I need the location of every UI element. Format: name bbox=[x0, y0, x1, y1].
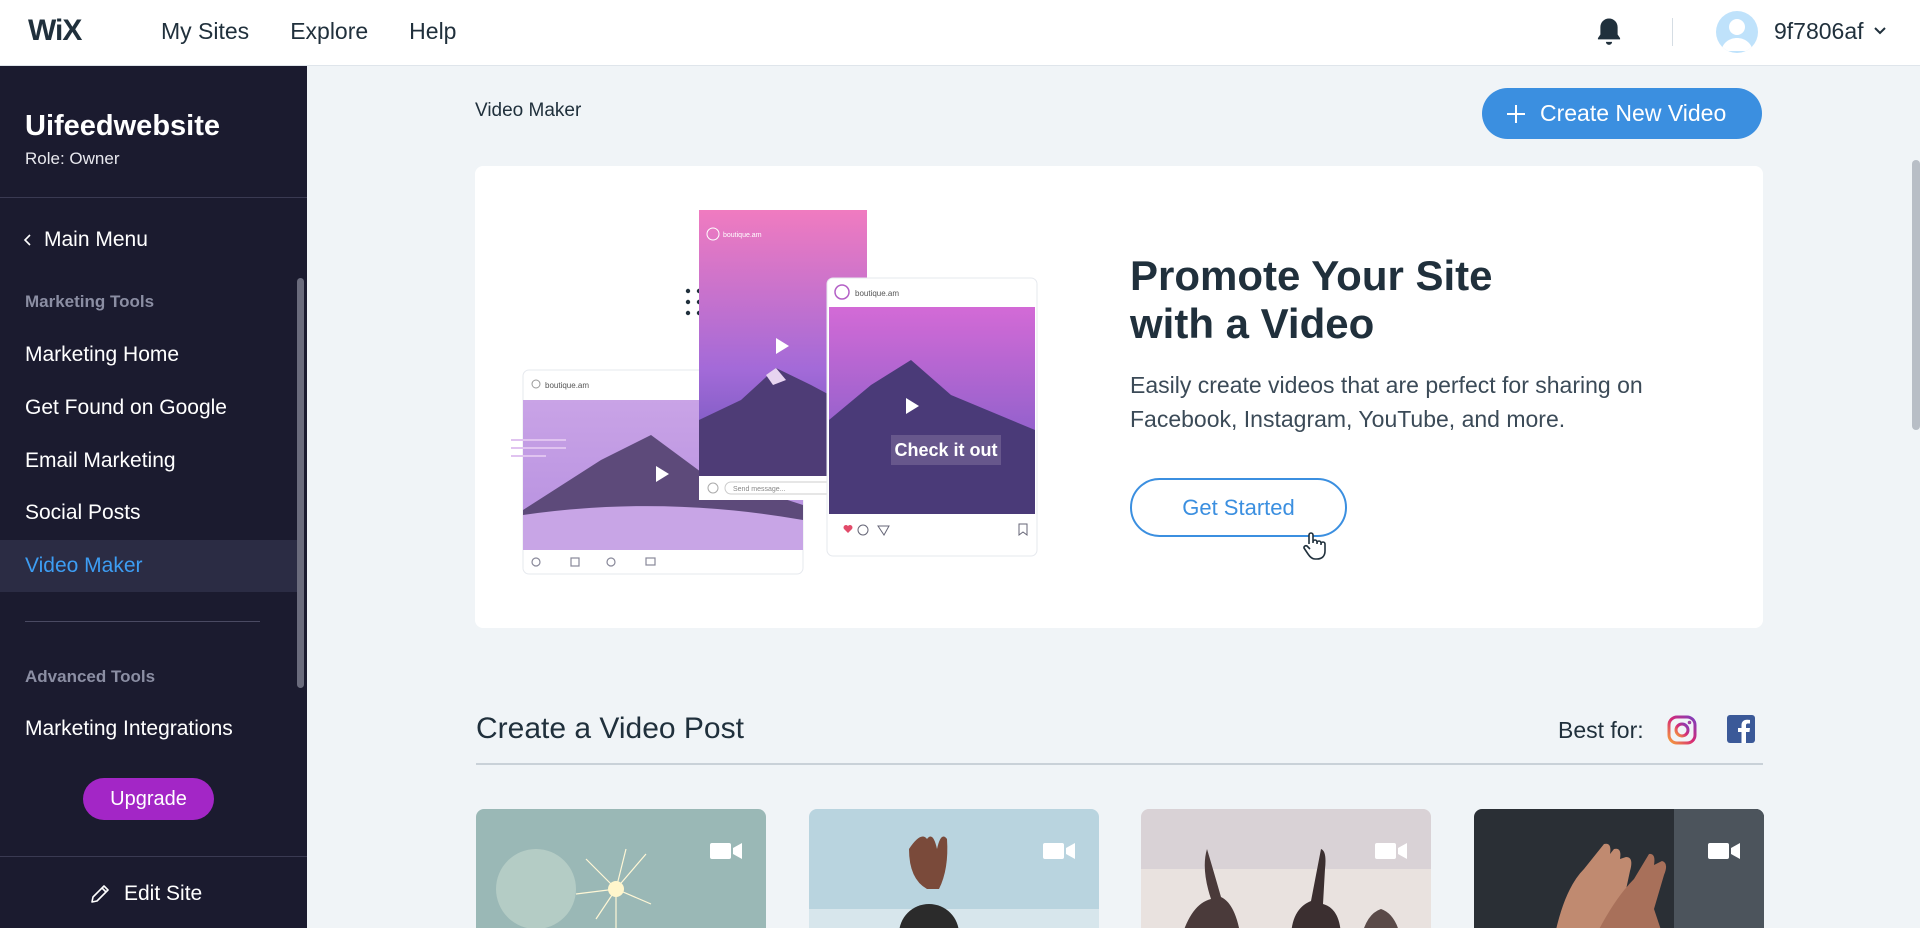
video-template-card-sparkler[interactable] bbox=[476, 809, 766, 928]
hands-image bbox=[1474, 809, 1764, 928]
celebration-image bbox=[1141, 809, 1431, 928]
video-template-card-celebration[interactable] bbox=[1141, 809, 1431, 928]
video-template-card-yoga[interactable] bbox=[809, 809, 1099, 928]
sidebar-divider bbox=[0, 197, 307, 198]
create-new-video-label: Create New Video bbox=[1540, 100, 1727, 126]
sidebar-item-video-maker[interactable]: Video Maker bbox=[25, 554, 143, 578]
wix-logo[interactable]: WiX bbox=[28, 14, 82, 48]
chevron-left-icon bbox=[23, 234, 31, 246]
sidebar-item-marketing-home[interactable]: Marketing Home bbox=[25, 343, 179, 367]
topbar-divider bbox=[1672, 18, 1673, 46]
main-menu-label: Main Menu bbox=[44, 228, 148, 251]
plus-icon bbox=[1507, 104, 1525, 123]
nav-explore[interactable]: Explore bbox=[290, 18, 368, 45]
check-it-out-text: Check it out bbox=[894, 440, 997, 460]
site-name: Uifeedwebsite bbox=[25, 110, 220, 142]
pencil-icon bbox=[91, 885, 109, 903]
get-started-button[interactable]: Get Started bbox=[1130, 478, 1347, 537]
top-nav: My Sites Explore Help bbox=[161, 18, 456, 45]
svg-text:boutique.am: boutique.am bbox=[545, 381, 589, 390]
avatar[interactable] bbox=[1716, 11, 1758, 53]
video-template-card-hands[interactable] bbox=[1474, 809, 1764, 928]
video-camera-icon bbox=[1708, 843, 1740, 859]
yoga-image bbox=[809, 809, 1099, 928]
edit-site-label: Edit Site bbox=[124, 882, 203, 905]
video-camera-icon bbox=[710, 843, 742, 859]
svg-text:boutique.am: boutique.am bbox=[855, 289, 899, 298]
sidebar-divider bbox=[25, 621, 260, 622]
promo-illustration: boutique.am Send message... boutique.am bbox=[511, 210, 1038, 575]
sidebar: Uifeedwebsite Role: Owner Main Menu Mark… bbox=[0, 66, 307, 928]
username[interactable]: 9f7806af bbox=[1774, 18, 1864, 45]
promo-title: Promote Your Site with a Video bbox=[1130, 252, 1493, 347]
section-advanced-tools: Advanced Tools bbox=[25, 667, 156, 686]
upgrade-button[interactable]: Upgrade bbox=[83, 778, 214, 820]
best-for-label: Best for: bbox=[1558, 717, 1644, 743]
post-right: boutique.am Check it out bbox=[826, 277, 1038, 557]
nav-help[interactable]: Help bbox=[409, 18, 456, 45]
sidebar-item-social-posts[interactable]: Social Posts bbox=[25, 501, 141, 525]
promo-description: Easily create videos that are perfect fo… bbox=[1130, 372, 1643, 432]
site-role: Role: Owner bbox=[25, 149, 120, 168]
section-marketing-tools: Marketing Tools bbox=[25, 292, 155, 311]
bell-icon[interactable] bbox=[1594, 16, 1624, 48]
sidebar-item-get-found-on-google[interactable]: Get Found on Google bbox=[25, 396, 227, 420]
create-new-video-button[interactable]: Create New Video bbox=[1482, 88, 1762, 139]
chevron-down-icon[interactable] bbox=[1872, 24, 1888, 38]
main-menu-link[interactable]: Main Menu bbox=[22, 228, 148, 252]
nav-my-sites[interactable]: My Sites bbox=[161, 18, 249, 45]
breadcrumb: Video Maker bbox=[475, 100, 582, 121]
main-scrollbar[interactable] bbox=[1912, 160, 1920, 430]
svg-text:boutique.am: boutique.am bbox=[723, 232, 762, 239]
sidebar-divider bbox=[0, 856, 307, 857]
top-bar: WiX My Sites Explore Help 9f7806af bbox=[0, 0, 1920, 66]
svg-text:Send message...: Send message... bbox=[733, 486, 786, 493]
section-divider bbox=[476, 763, 1763, 765]
hand-cursor-icon bbox=[1303, 532, 1326, 560]
sidebar-scrollbar[interactable] bbox=[297, 278, 304, 688]
video-camera-icon bbox=[1043, 843, 1075, 859]
sidebar-item-email-marketing[interactable]: Email Marketing bbox=[25, 449, 176, 473]
sidebar-item-marketing-integrations[interactable]: Marketing Integrations bbox=[25, 717, 233, 741]
sparkler-image bbox=[476, 809, 766, 928]
promo-card: boutique.am Send message... boutique.am bbox=[475, 166, 1763, 628]
edit-site-button[interactable]: Edit Site bbox=[88, 882, 202, 906]
facebook-icon bbox=[1727, 715, 1755, 743]
video-camera-icon bbox=[1375, 843, 1407, 859]
create-video-post-title: Create a Video Post bbox=[476, 712, 744, 745]
instagram-icon bbox=[1667, 715, 1697, 745]
